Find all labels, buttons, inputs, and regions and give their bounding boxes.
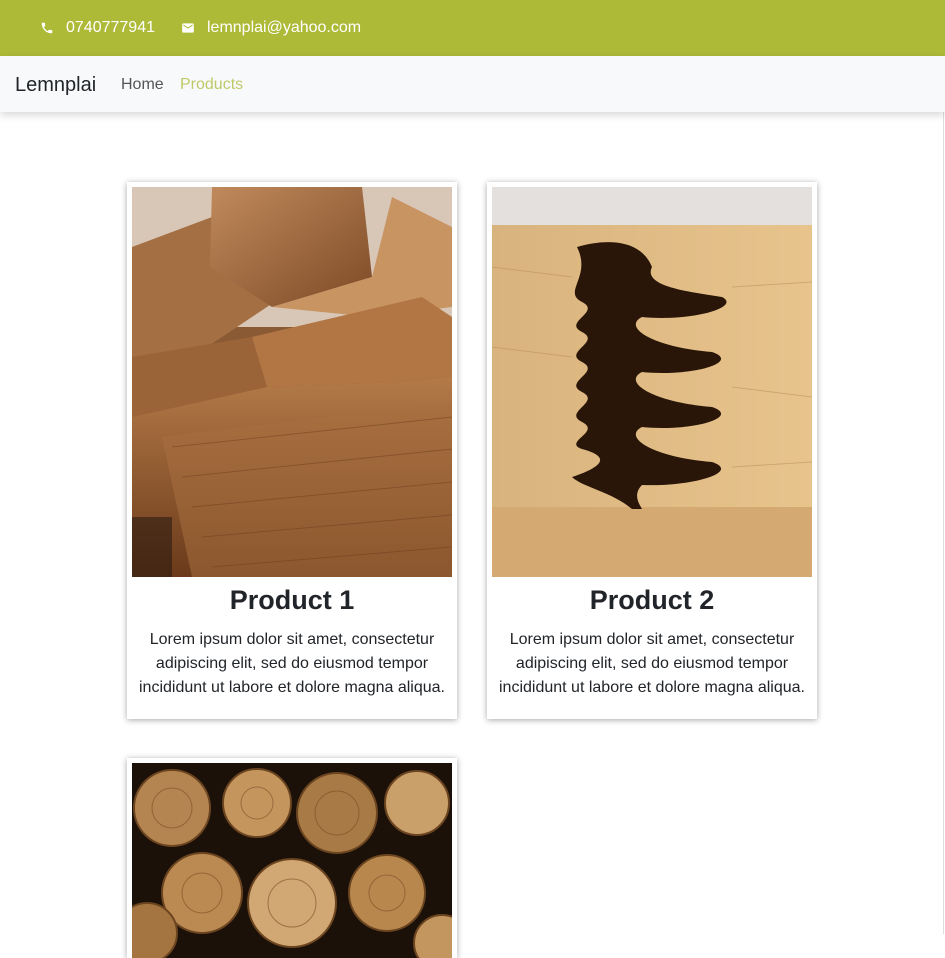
email-contact[interactable]: lemnplai@yahoo.com xyxy=(181,0,361,56)
product-card[interactable] xyxy=(127,758,457,958)
product-description: Lorem ipsum dolor sit amet, consectetur … xyxy=(139,631,445,696)
mail-icon xyxy=(182,23,194,33)
product-description: Lorem ipsum dolor sit amet, consectetur … xyxy=(499,631,805,696)
phone-contact[interactable]: 0740777941 xyxy=(40,0,155,56)
scrollbar-track[interactable] xyxy=(943,112,944,934)
product-image xyxy=(132,763,452,958)
product-title: Product 2 xyxy=(589,585,715,615)
product-card[interactable]: Product 1 Lorem ipsum dolor sit amet, co… xyxy=(127,182,457,719)
brand-logo[interactable]: Lemnplai xyxy=(15,56,96,112)
nav-link-products[interactable]: Products xyxy=(180,56,243,112)
nav-link-home[interactable]: Home xyxy=(121,56,164,112)
main-navbar: Lemnplai Home Products xyxy=(0,56,945,112)
phone-icon xyxy=(41,22,53,34)
product-image xyxy=(132,187,452,577)
phone-number: 0740777941 xyxy=(66,19,155,36)
product-title: Product 1 xyxy=(229,585,355,615)
email-address: lemnplai@yahoo.com xyxy=(207,19,362,36)
product-card[interactable]: Product 2 Lorem ipsum dolor sit amet, co… xyxy=(487,182,817,719)
contact-bar: 0740777941 lemnplai@yahoo.com xyxy=(0,0,945,56)
product-image xyxy=(492,187,812,577)
